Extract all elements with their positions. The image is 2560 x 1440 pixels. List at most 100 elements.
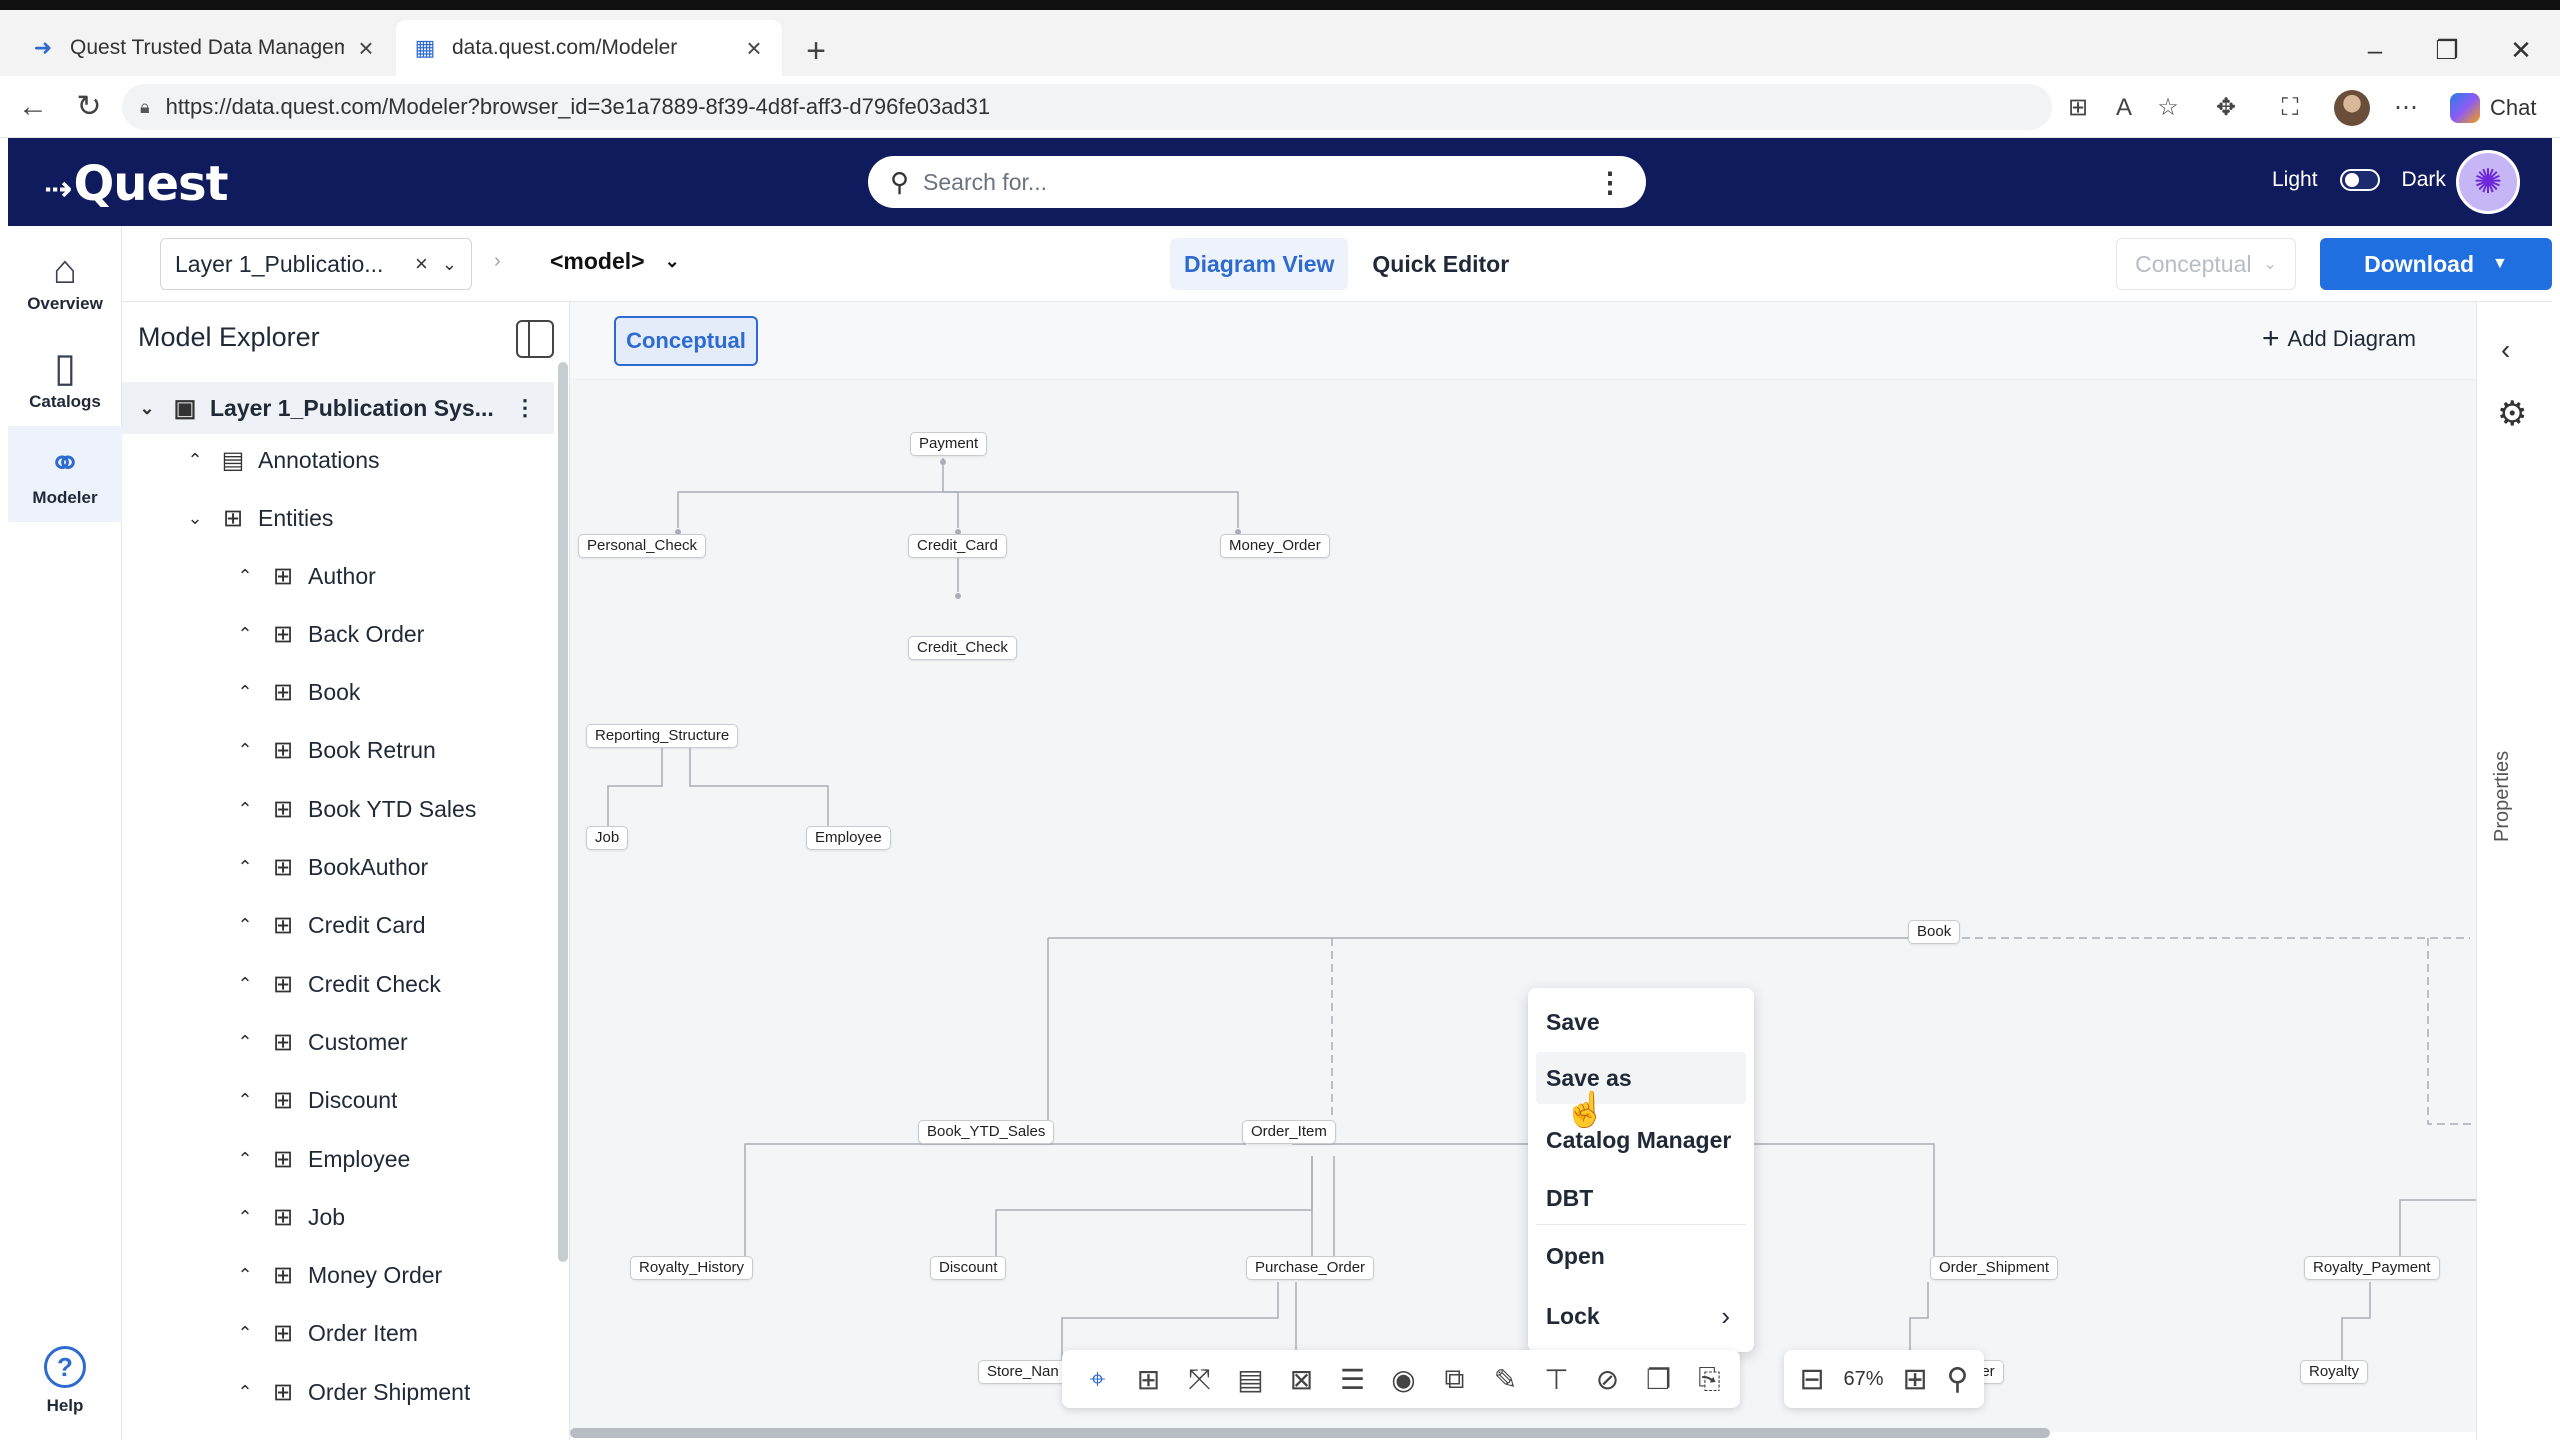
nav-overview[interactable]: ⌂ Overview <box>8 232 122 328</box>
browser-tab-modeler[interactable]: ▦ data.quest.com/Modeler × <box>396 20 782 76</box>
layout-tool-icon[interactable]: ⧉ <box>1429 1357 1480 1401</box>
entity-box[interactable]: Credit_Check <box>908 636 1017 660</box>
add-diagram-button[interactable]: + Add Diagram <box>2262 324 2416 354</box>
chevron-down-icon[interactable]: ⌄ <box>134 398 160 419</box>
search-options-icon[interactable]: ⋮ <box>1596 166 1624 199</box>
browser-tab-quest[interactable]: ➜ Quest Trusted Data Management P × <box>14 20 394 76</box>
download-button[interactable]: Download ▼ <box>2320 238 2552 290</box>
model-select[interactable]: <model> ⌄ <box>550 248 680 275</box>
tree-entity-item[interactable]: ⌃ ⊞ Employee <box>122 1133 554 1185</box>
entity-box[interactable]: Personal_Check <box>578 534 707 558</box>
entity-box[interactable]: Discount <box>930 1256 1007 1280</box>
hide-tool-icon[interactable]: ⊘ <box>1582 1357 1633 1401</box>
theme-toggle[interactable] <box>2339 169 2380 191</box>
text-tool-icon[interactable]: ⊤ <box>1531 1357 1582 1401</box>
menu-open[interactable]: Open <box>1536 1230 1746 1282</box>
tree-entity-item[interactable]: ⌃ ⊞ Back Order <box>122 608 554 660</box>
tree-annotations[interactable]: ⌃ ▤ Annotations <box>122 434 554 486</box>
tree-entity-item[interactable]: ⌃ ⊞ Job <box>122 1191 554 1243</box>
entity-box[interactable]: Employee <box>806 826 891 850</box>
copilot-chat-button[interactable]: Chat <box>2450 88 2536 128</box>
close-icon[interactable]: × <box>354 33 378 64</box>
select-tool-icon[interactable]: ⌖ <box>1072 1357 1123 1401</box>
close-window-icon[interactable]: ✕ <box>2496 32 2546 68</box>
entity-box[interactable]: Order_Item <box>1242 1120 1336 1144</box>
url-input[interactable]: 🔒︎ https://data.quest.com/Modeler?browse… <box>122 84 2052 130</box>
tree-entity-item[interactable]: ⌃ ⊞ Credit Card <box>122 900 554 952</box>
entity-box[interactable]: Purchase_Order <box>1246 1256 1375 1280</box>
tree-entity-item[interactable]: ⌃ ⊞ Author <box>122 550 554 602</box>
chevron-up-icon[interactable]: ⌃ <box>232 857 258 878</box>
nav-catalogs[interactable]: ▯ Catalogs <box>8 330 122 426</box>
minimize-icon[interactable]: – <box>2350 32 2400 68</box>
tree-entities[interactable]: ⌄ ⊞ Entities <box>122 492 554 544</box>
tree-entity-item[interactable]: ⌃ ⊞ Money Order <box>122 1250 554 1302</box>
back-icon[interactable]: ← <box>12 86 54 128</box>
panel-toggle-icon[interactable] <box>516 320 554 358</box>
entity-box[interactable]: Reporting_Structure <box>586 724 739 748</box>
profile-avatar[interactable] <box>2334 90 2370 126</box>
tree-entity-item[interactable]: ⌃ ⊞ Book YTD Sales <box>122 783 554 835</box>
restore-icon[interactable]: ❐ <box>2422 32 2472 68</box>
extensions-icon[interactable]: ✥ <box>2208 90 2244 126</box>
entity-box[interactable]: Book <box>1908 920 1961 944</box>
diagram-canvas[interactable]: Payment Personal_Check Credit_Card Money_Or… <box>570 380 2476 1432</box>
entity-box[interactable]: Royalty <box>2300 1360 2369 1384</box>
relationship-tool-icon[interactable]: ⤧ <box>1174 1357 1225 1401</box>
chevron-down-icon[interactable]: ⌄ <box>182 508 208 529</box>
level-select[interactable]: Conceptual ⌄ <box>2116 238 2296 290</box>
tree-entity-item[interactable]: ⌃ ⊞ Credit Check <box>122 958 554 1010</box>
chevron-up-icon[interactable]: ⌃ <box>232 624 258 645</box>
tree-entity-item[interactable]: ⌃ ⊞ Order Shipment <box>122 1366 554 1418</box>
chevron-up-icon[interactable]: ⌃ <box>232 1265 258 1286</box>
clear-icon[interactable]: × <box>415 251 428 277</box>
comment-tool-icon[interactable]: ☰ <box>1327 1357 1378 1401</box>
new-tab-button[interactable]: + <box>796 32 836 70</box>
annotation-tool-icon[interactable]: ▤ <box>1225 1357 1276 1401</box>
chevron-up-icon[interactable]: ⌃ <box>232 1382 258 1403</box>
copy-tool-icon[interactable]: ❐ <box>1633 1357 1684 1401</box>
favorite-icon[interactable]: ☆ <box>2150 90 2186 126</box>
quest-logo[interactable]: ⇢Quest <box>44 156 229 212</box>
view-tool-icon[interactable]: ◉ <box>1378 1357 1429 1401</box>
entity-box[interactable]: Royalty_History <box>630 1256 754 1280</box>
entity-box[interactable]: Payment <box>910 432 988 456</box>
chevron-up-icon[interactable]: ⌃ <box>232 915 258 936</box>
tree-entity-item[interactable]: ⌃ ⊞ Book <box>122 667 554 719</box>
chevron-up-icon[interactable]: ⌃ <box>232 1149 258 1170</box>
tree-entity-item[interactable]: ⌃ ⊞ Book Retrun <box>122 725 554 777</box>
chevron-up-icon[interactable]: ⌃ <box>182 450 208 471</box>
entity-box[interactable]: Credit_Card <box>908 534 1007 558</box>
chevron-up-icon[interactable]: ⌃ <box>232 740 258 761</box>
quick-editor-button[interactable]: Quick Editor <box>1358 238 1523 290</box>
entity-box[interactable]: Book_YTD_Sales <box>918 1120 1055 1144</box>
nav-modeler[interactable]: ⚭ Modeler <box>8 426 122 522</box>
zoom-fit-icon[interactable]: ⚲ <box>1947 1362 1969 1397</box>
help-button[interactable]: ? Help <box>8 1330 122 1432</box>
menu-save[interactable]: Save <box>1536 996 1746 1048</box>
app-available-icon[interactable]: ⊞ <box>2060 90 2096 126</box>
read-aloud-icon[interactable]: A <box>2106 90 2142 126</box>
tree-entity-item[interactable]: ⌃ ⊞ Customer <box>122 1016 554 1068</box>
tree-entity-item[interactable]: ⌃ ⊞ BookAuthor <box>122 842 554 894</box>
zoom-out-icon[interactable]: ⊟ <box>1799 1362 1824 1397</box>
tree-root-layer[interactable]: ⌄ ▣ Layer 1_Publication Sys... ⋮ <box>122 382 554 434</box>
entity-box[interactable]: Job <box>586 826 629 850</box>
chevron-up-icon[interactable]: ⌃ <box>232 566 258 587</box>
search-input[interactable]: ⚲ Search for... ⋮ <box>868 156 1646 208</box>
sliders-icon[interactable]: ⚙ <box>2497 394 2527 434</box>
diagram-view-button[interactable]: Diagram View <box>1170 238 1349 290</box>
entity-box[interactable]: Money_Order <box>1220 534 1330 558</box>
close-icon[interactable]: × <box>742 33 766 64</box>
screenshot-icon[interactable]: ⛶ <box>2272 90 2308 126</box>
user-avatar[interactable]: ✺ <box>2456 150 2520 214</box>
more-icon[interactable]: ⋯ <box>2388 90 2424 126</box>
tree-entity-item[interactable]: ⌃ ⊞ Discount <box>122 1075 554 1127</box>
layer-select[interactable]: Layer 1_Publicatio... × ⌄ <box>160 238 472 290</box>
image-tool-icon[interactable]: ⊠ <box>1276 1357 1327 1401</box>
chevron-up-icon[interactable]: ⌃ <box>232 682 258 703</box>
entity-box[interactable]: Order_Shipment <box>1930 1256 2059 1280</box>
zoom-in-icon[interactable]: ⊞ <box>1902 1362 1927 1397</box>
chevron-up-icon[interactable]: ⌃ <box>232 1207 258 1228</box>
table-tool-icon[interactable]: ⊞ <box>1123 1357 1174 1401</box>
